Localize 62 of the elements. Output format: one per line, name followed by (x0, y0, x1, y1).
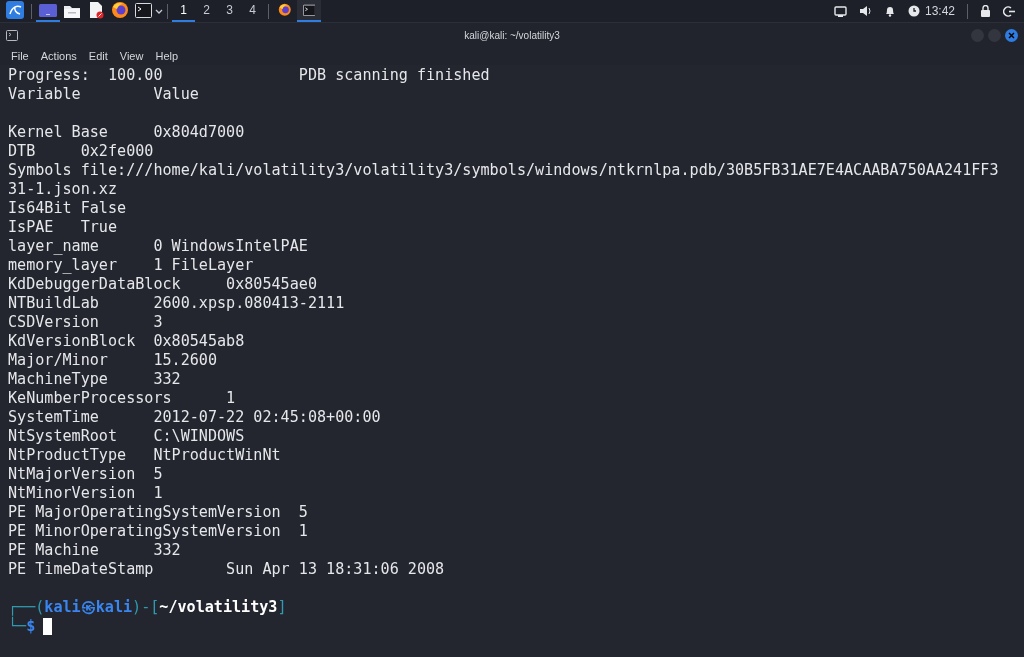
output-line: MachineType 332 (8, 370, 182, 389)
output-line: memory_layer 1 FileLayer (8, 256, 255, 275)
bell-icon (883, 5, 896, 17)
prompt-frame: └─ (8, 617, 27, 636)
terminal-icon (6, 29, 18, 41)
output-line: SystemTime 2012-07-22 02:45:08+00:00 (8, 408, 382, 427)
output-line: PE Machine 332 (8, 541, 182, 560)
prompt-symbol: $ (26, 617, 36, 636)
desktop-icon (39, 1, 57, 19)
prompt-user-host: kali㉿kali (44, 598, 133, 617)
output-line: NtMinorVersion 1 (8, 484, 164, 503)
output-line: Variable Value (8, 85, 200, 104)
menu-launcher[interactable] (3, 0, 27, 22)
prompt-frame: ┌──( (8, 598, 45, 617)
terminal-task-button[interactable] (297, 0, 321, 22)
output-line: DTB 0x2fe000 (8, 142, 155, 161)
browser-icon (278, 3, 292, 17)
clock-icon (907, 5, 920, 17)
clock-time: 13:42 (924, 3, 955, 20)
dragon-logo-icon (6, 1, 24, 19)
output-line: CSDVersion 3 (8, 313, 164, 332)
output-line: NtProductType NtProductWinNt (8, 446, 282, 465)
output-line: 31-1.json.xz (8, 180, 119, 199)
output-line: IsPAE True (8, 218, 119, 237)
display-icon (833, 5, 847, 17)
output-line: PE TimeDateStamp Sun Apr 13 18:31:06 2008 (8, 560, 446, 579)
workspace-button[interactable]: 4 (241, 0, 264, 22)
terminal-icon (302, 3, 316, 17)
menu-item[interactable]: View (114, 47, 149, 65)
workspace-button[interactable]: 3 (218, 0, 241, 22)
menu-item[interactable]: Edit (83, 47, 113, 65)
prompt-frame: ] (277, 598, 287, 617)
browser-icon (111, 1, 129, 19)
prompt-path: ~/volatility3 (159, 598, 278, 617)
output-line: layer_name 0 WindowsIntelPAE (8, 237, 309, 256)
output-line: Symbols file:///home/kali/volatility3/volatility3/symbols/windows/ntkrnlpa.pdb/30B5FB31AE7E4ACAABA750AA241FF3 (8, 161, 1000, 180)
lock-icon (980, 5, 991, 17)
close-button[interactable] (1005, 28, 1018, 42)
output-line: KeNumberProcessors 1 (8, 389, 237, 408)
output-line: NtMajorVersion 5 (8, 465, 164, 484)
document-icon (87, 1, 105, 19)
output-line: Progress: 100.00 PDB scanning finished (8, 66, 491, 85)
output-line: PE MajorOperatingSystemVersion 5 (8, 503, 309, 522)
output-line: NTBuildLab 2600.xpsp.080413-2111 (8, 294, 346, 313)
output-line: Kernel Base 0x804d7000 (8, 123, 246, 142)
output-line: PE MinorOperatingSystemVersion 1 (8, 522, 309, 541)
output-line: NtSystemRoot C:\WINDOWS (8, 427, 246, 446)
speaker-icon (858, 5, 872, 17)
menu-item[interactable]: Help (150, 47, 184, 65)
output-line: Is64Bit False (8, 199, 128, 218)
menu-item[interactable]: Actions (35, 47, 82, 65)
chevron-down-icon (155, 7, 163, 15)
logout-icon (1003, 4, 1015, 18)
window-title: kali@kali: ~/volatility3 (464, 29, 560, 41)
close-icon (1008, 31, 1015, 39)
output-line: Major/Minor 15.2600 (8, 351, 218, 370)
workspace-button[interactable]: 2 (195, 0, 218, 22)
output-line: KdDebuggerDataBlock 0x80545ae0 (8, 275, 318, 294)
text-cursor (43, 618, 53, 635)
menu-item[interactable]: File (6, 47, 34, 65)
prompt-frame: )-[ (132, 598, 160, 617)
output-line: KdVersionBlock 0x80545ab8 (8, 332, 246, 351)
